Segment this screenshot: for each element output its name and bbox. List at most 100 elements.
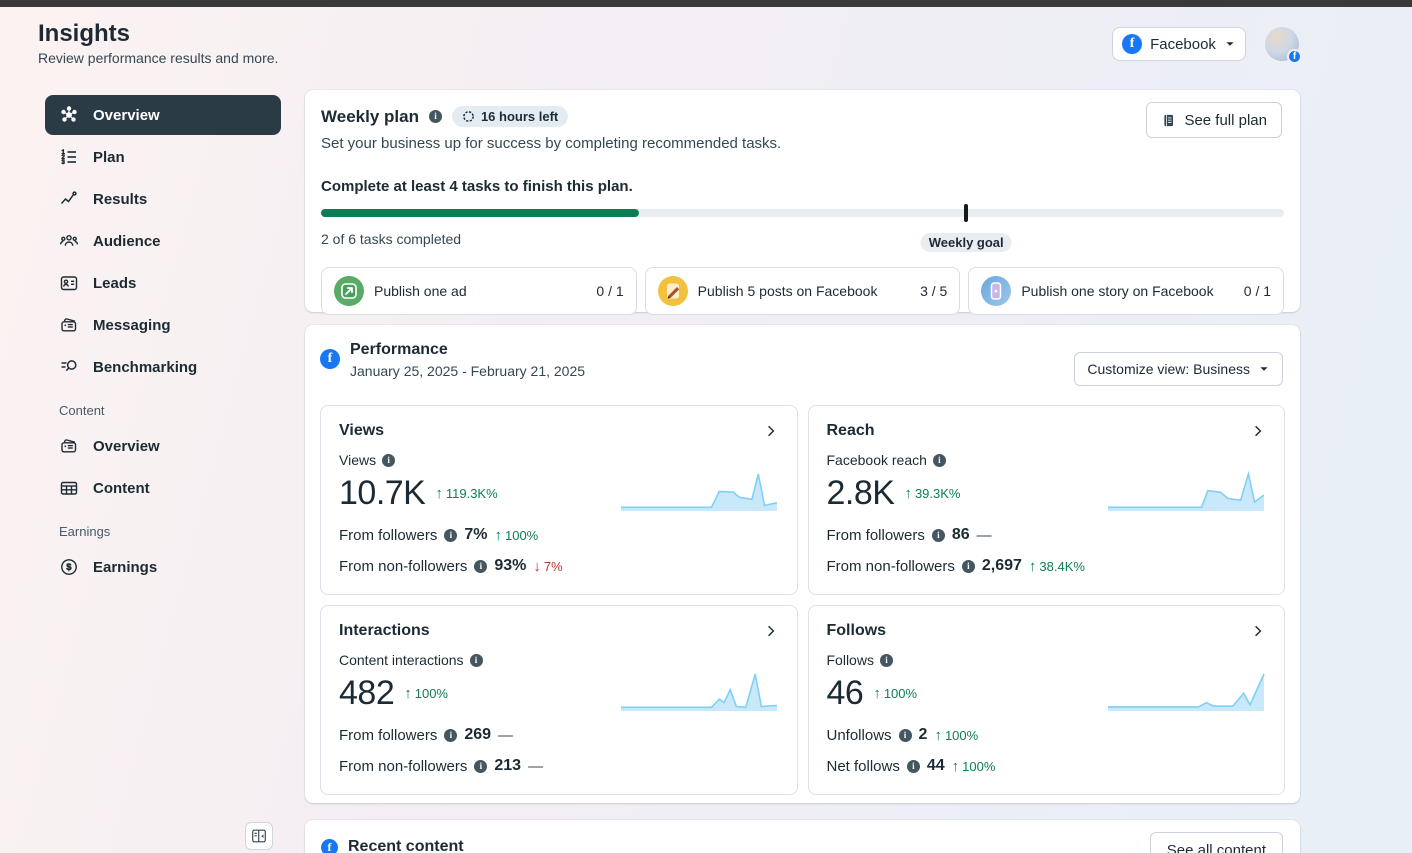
recent-content-title: Recent content — [348, 838, 464, 853]
sub-label: From non-followers — [339, 557, 468, 575]
timer-icon — [463, 111, 474, 122]
info-icon[interactable] — [932, 453, 946, 467]
publish-ad-icon — [334, 276, 364, 306]
performance-title: Performance — [350, 341, 448, 358]
sidebar-item-content[interactable]: Content — [45, 468, 281, 508]
dollar-circle-icon: $ — [61, 559, 77, 575]
sub-value: 2 — [918, 726, 928, 743]
publish-posts-icon — [657, 276, 688, 306]
metric-label: Content interactions — [339, 652, 464, 668]
network-icon — [61, 106, 77, 122]
info-icon[interactable] — [898, 728, 912, 742]
task-publish-posts[interactable]: Publish 5 posts on Facebook 3 / 5 — [644, 267, 961, 315]
weekly-plan-goal-text: Complete at least 4 tasks to finish this… — [321, 178, 633, 195]
sub-label: From followers — [339, 526, 438, 544]
benchmark-search-icon — [61, 360, 77, 372]
weekly-goal-label: Weekly goal — [920, 233, 1012, 252]
sub-label: Unfollows — [826, 726, 892, 744]
collapse-panel-icon — [252, 829, 266, 843]
info-icon[interactable] — [879, 653, 893, 667]
sub-delta: — — [976, 526, 992, 544]
sidebar-item-plan[interactable]: 123 Plan — [45, 137, 281, 177]
facebook-icon: f — [320, 349, 340, 369]
avatar[interactable]: f — [1265, 27, 1302, 64]
message-card-icon — [61, 318, 77, 332]
customize-view-dropdown[interactable]: Customize view: Business — [1074, 352, 1283, 386]
sidebar-item-label: Overview — [93, 437, 160, 455]
metric-label: Facebook reach — [826, 452, 927, 468]
facebook-icon: f — [1122, 34, 1143, 54]
sub-label: From followers — [826, 526, 925, 544]
sub-value: 93% — [494, 557, 527, 574]
contact-card-icon — [60, 276, 78, 291]
metric-value: 10.7K — [339, 474, 426, 512]
weekly-goal-marker — [964, 204, 969, 222]
info-icon[interactable] — [428, 110, 442, 123]
metric-card-views[interactable]: Views Views 10.7K ↑119.3K% From follower… — [320, 405, 798, 595]
task-publish-ad[interactable]: Publish one ad 0 / 1 — [321, 267, 637, 315]
see-all-content-button[interactable]: See all content — [1149, 832, 1283, 853]
notebook-icon — [1164, 114, 1174, 126]
info-icon[interactable] — [444, 528, 458, 542]
metric-title: Reach — [826, 422, 875, 439]
task-publish-story[interactable]: Publish one story on Facebook 0 / 1 — [968, 267, 1285, 315]
info-icon[interactable] — [469, 653, 483, 667]
sidebar-item-results[interactable]: Results — [45, 179, 281, 219]
sidebar-item-messaging[interactable]: Messaging — [45, 305, 281, 345]
chevron-right-icon[interactable] — [763, 423, 779, 439]
time-left-badge: 16 hours left — [451, 106, 569, 127]
sidebar-item-audience[interactable]: Audience — [45, 221, 281, 261]
browser-top-bar — [0, 0, 1412, 7]
sidebar-section-content: Content — [59, 403, 105, 418]
metric-value: 2.8K — [826, 474, 895, 512]
sidebar-item-overview[interactable]: Overview — [45, 95, 281, 135]
weekly-plan-title: Weekly plan — [321, 106, 419, 126]
see-full-plan-button[interactable]: See full plan — [1146, 102, 1282, 138]
platform-selector[interactable]: f Facebook — [1112, 27, 1246, 61]
sub-value: 44 — [926, 757, 945, 774]
info-icon[interactable] — [474, 559, 488, 573]
info-icon[interactable] — [444, 728, 458, 742]
metric-card-follows[interactable]: Follows Follows 46 ↑100% Unfollows 2 ↑100%… — [807, 605, 1285, 795]
sidebar-item-label: Leads — [93, 274, 137, 292]
info-icon[interactable] — [961, 559, 975, 573]
sidebar-item-earnings[interactable]: $ Earnings — [45, 547, 281, 587]
sub-delta: — — [498, 726, 514, 744]
task-label: Publish 5 posts on Facebook — [697, 283, 878, 299]
sidebar-item-benchmarking[interactable]: Benchmarking — [45, 347, 281, 387]
metric-title: Interactions — [339, 622, 430, 639]
views-sparkline — [620, 473, 777, 511]
metric-card-reach[interactable]: Reach Facebook reach 2.8K ↑39.3K% From f… — [807, 405, 1285, 595]
tasks-completed-text: 2 of 6 tasks completed — [321, 231, 462, 247]
insights-page: Insights Review performance results and … — [0, 0, 1412, 853]
sub-label: From non-followers — [339, 757, 468, 775]
info-icon[interactable] — [906, 759, 920, 773]
chevron-right-icon[interactable] — [1250, 623, 1266, 639]
info-icon[interactable] — [382, 453, 396, 467]
chevron-right-icon[interactable] — [763, 623, 779, 639]
sidebar-item-leads[interactable]: Leads — [45, 263, 281, 303]
sub-value: 7% — [464, 526, 488, 543]
sidebar-item-label: Results — [93, 190, 148, 208]
chevron-right-icon[interactable] — [1250, 423, 1266, 439]
sidebar-item-label: Messaging — [93, 316, 171, 334]
collapse-sidebar-button[interactable] — [245, 822, 273, 850]
info-icon[interactable] — [931, 528, 945, 542]
people-icon — [59, 235, 79, 246]
facebook-icon: f — [321, 838, 338, 853]
platform-selector-label: Facebook — [1150, 35, 1216, 53]
info-icon[interactable] — [474, 759, 488, 773]
post-card-icon — [61, 439, 77, 453]
sidebar-item-label: Audience — [93, 232, 161, 250]
follows-sparkline — [1108, 673, 1265, 711]
metric-title: Views — [339, 422, 385, 439]
metric-card-interactions[interactable]: Interactions Content interactions 482 ↑1… — [320, 605, 798, 795]
sidebar-item-content-overview[interactable]: Overview — [45, 426, 281, 466]
metric-label: Follows — [826, 652, 874, 668]
sidebar-item-label: Content — [93, 479, 150, 497]
metric-value: 46 — [826, 674, 864, 712]
sidebar-section-earnings: Earnings — [59, 524, 111, 539]
metric-title: Follows — [826, 622, 887, 639]
performance-card: f Performance January 25, 2025 - Februar… — [305, 325, 1300, 803]
metric-delta: ↑ 100% — [873, 685, 918, 702]
